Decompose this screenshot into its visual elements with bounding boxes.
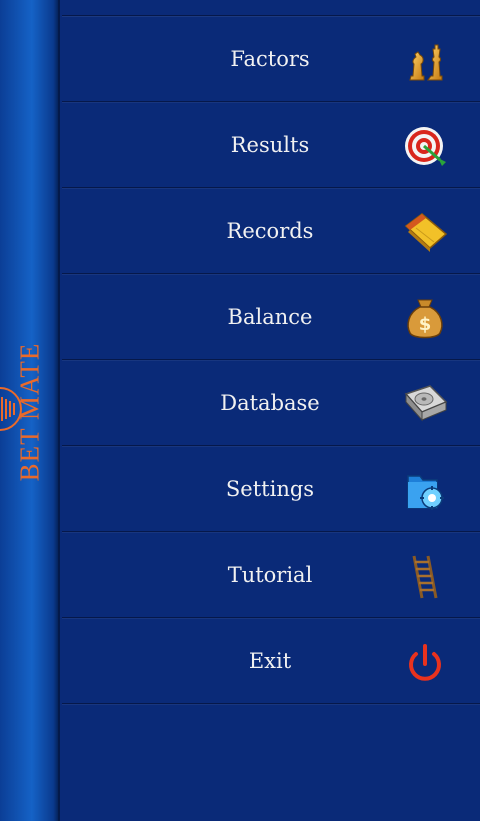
main-menu: Factors Results Records Balance $ Databa… <box>62 0 480 821</box>
menu-item-tutorial[interactable]: Tutorial <box>62 532 480 618</box>
sidebar-panel[interactable]: BET MATE <box>0 0 60 821</box>
settings-folder-icon <box>400 466 450 516</box>
brand-title: BET MATE <box>14 342 45 482</box>
notepad-icon <box>400 208 450 258</box>
menu-item-exit[interactable]: Exit <box>62 618 480 704</box>
menu-item-records[interactable]: Records <box>62 188 480 274</box>
svg-text:$: $ <box>419 314 432 335</box>
menu-item-database[interactable]: Database <box>62 360 480 446</box>
money-bag-icon: $ <box>400 294 450 344</box>
menu-item-balance[interactable]: Balance $ <box>62 274 480 360</box>
hard-drive-icon <box>400 380 450 430</box>
menu-item-settings[interactable]: Settings <box>62 446 480 532</box>
chess-pieces-icon <box>400 36 450 86</box>
menu-item-results[interactable]: Results <box>62 102 480 188</box>
ladder-icon <box>400 552 450 602</box>
target-icon <box>400 122 450 172</box>
app-screen: BET MATE Factors Results Records Balance… <box>0 0 480 821</box>
power-icon <box>400 638 450 688</box>
menu-item-factors[interactable]: Factors <box>62 16 480 102</box>
